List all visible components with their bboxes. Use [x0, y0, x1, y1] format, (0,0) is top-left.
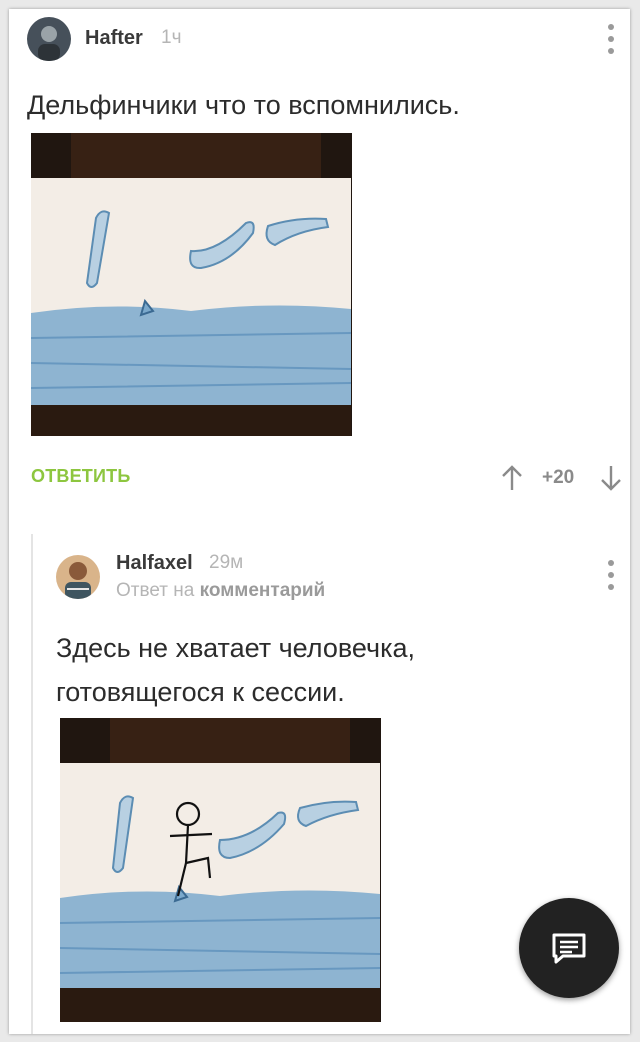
comment-time: 1ч — [161, 27, 182, 48]
reply-text: Здесь не хватает человечка, готовящегося… — [56, 633, 416, 707]
arrow-up-icon[interactable] — [501, 465, 523, 496]
thread-line — [31, 534, 33, 1034]
author-name[interactable]: Halfaxel — [116, 552, 193, 575]
comment-time: 29м — [209, 552, 244, 573]
reply-to-line: Ответ на комментарий — [116, 580, 326, 601]
comment-image[interactable] — [31, 133, 352, 436]
comments-card: Hafter 1ч Дельфинчики что то вспомнились… — [9, 9, 630, 1034]
avatar-hafter[interactable] — [27, 17, 71, 61]
reply-target-link[interactable]: комментарий — [200, 580, 326, 601]
comment-rating: +20 — [542, 467, 575, 488]
avatar-halfaxel[interactable] — [56, 555, 100, 599]
reply-image[interactable] — [60, 718, 381, 1022]
arrow-down-icon[interactable] — [600, 465, 622, 496]
comment-text: Дельфинчики что то вспомнились. — [27, 90, 460, 120]
comment-icon — [552, 933, 586, 964]
more-vertical-icon[interactable] — [604, 24, 618, 54]
reply-button[interactable]: ОТВЕТИТЬ — [31, 466, 130, 487]
comment-fab[interactable] — [519, 898, 619, 998]
author-name[interactable]: Hafter — [85, 27, 143, 50]
more-vertical-icon[interactable] — [604, 560, 618, 590]
